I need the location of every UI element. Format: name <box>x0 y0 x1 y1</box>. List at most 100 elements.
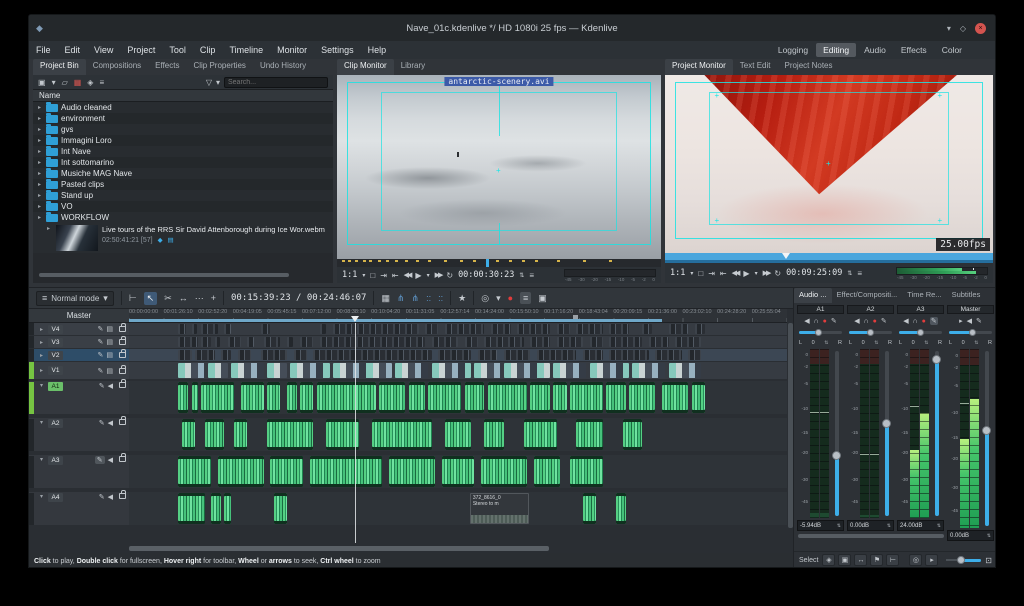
timeline-clip[interactable] <box>557 337 583 347</box>
track-head-v3[interactable]: ▸V3✎▤ <box>29 336 129 348</box>
timeline-clip[interactable] <box>264 337 280 347</box>
volume-value-spinner[interactable]: ⇅ <box>987 533 991 539</box>
volume-knob[interactable] <box>982 426 991 435</box>
chevron-down-icon[interactable]: ▾ <box>38 382 45 389</box>
timeline-clip[interactable] <box>632 363 665 378</box>
chevron-right-icon[interactable]: ▸ <box>38 367 45 374</box>
track-head-v1[interactable]: ▸V1✎▤ <box>29 362 129 379</box>
project-monitor-playhead[interactable] <box>782 253 790 259</box>
workspace-editing[interactable]: Editing <box>816 43 856 57</box>
timeline-clip[interactable] <box>484 337 523 347</box>
timeline-zone-bar[interactable] <box>129 319 662 322</box>
volume-knob[interactable] <box>932 355 941 364</box>
zoom-level[interactable]: 1:1 <box>342 270 357 280</box>
chev-icon[interactable]: ▸ <box>959 317 963 325</box>
pan-knob[interactable] <box>867 329 874 336</box>
balance-spinner[interactable]: ⇅ <box>874 340 878 346</box>
headphones-icon[interactable]: ∩ <box>913 318 918 325</box>
lock-icon[interactable] <box>119 368 126 374</box>
timeline-clip[interactable] <box>642 324 652 334</box>
timeline-clip[interactable] <box>478 350 498 360</box>
timeline-clip[interactable] <box>609 324 629 334</box>
timeline-clip[interactable] <box>182 419 195 450</box>
edit-icon[interactable]: ✎ <box>98 325 104 333</box>
track-target-indicator[interactable] <box>29 382 34 414</box>
chevron-right-icon[interactable]: ▸ <box>38 326 45 333</box>
edit-mode-select[interactable]: ≡ Normal mode ▾ <box>36 291 114 306</box>
timeline-clip[interactable] <box>192 324 197 334</box>
volume-value-spinner[interactable]: ⇅ <box>837 523 841 529</box>
timeline-clip[interactable] <box>208 363 228 378</box>
bin-folder-row[interactable]: ▸gvs <box>33 124 333 135</box>
timeline-clip[interactable] <box>224 493 231 524</box>
edit-icon[interactable]: ✎ <box>99 382 105 390</box>
tab-project-notes[interactable]: Project Notes <box>777 59 839 75</box>
timeline-timecode[interactable]: 00:15:39:23 / 00:24:46:07 <box>231 293 366 303</box>
timeline-clip[interactable] <box>313 350 431 360</box>
timeline-clip[interactable] <box>576 324 602 334</box>
track-lane-v4[interactable] <box>129 323 787 335</box>
timeline-clip[interactable] <box>267 382 280 413</box>
lock-icon[interactable] <box>119 352 126 358</box>
bin-folder-row[interactable]: ▸Int sottomarino <box>33 157 333 168</box>
timeline-clip[interactable] <box>537 350 576 360</box>
menu-settings[interactable]: Settings <box>314 45 361 55</box>
rewind-icon[interactable]: ◀◀ <box>732 269 739 277</box>
menu-timeline[interactable]: Timeline <box>222 45 270 55</box>
edit-icon[interactable]: ✎ <box>98 351 104 359</box>
timeline-clip[interactable] <box>267 419 313 450</box>
minimize-icon[interactable]: ▾ <box>947 24 951 33</box>
timeline-clip[interactable] <box>432 337 458 347</box>
timeline-clip[interactable] <box>465 382 485 413</box>
timeline-clip[interactable] <box>379 382 405 413</box>
composition-icon[interactable]: ⋔ <box>412 293 420 304</box>
timeline-clip[interactable] <box>395 363 428 378</box>
workspace-logging[interactable]: Logging <box>771 43 815 57</box>
chevron-right-icon[interactable]: ▸ <box>45 225 52 251</box>
track-lane-a3[interactable] <box>129 455 787 488</box>
tab-audio-[interactable]: Audio ... <box>794 288 832 303</box>
record-icon[interactable]: ● <box>823 318 827 325</box>
lock-icon[interactable] <box>119 326 126 332</box>
timeline-clip[interactable] <box>688 350 701 360</box>
workspace-color[interactable]: Color <box>935 43 969 57</box>
edit-icon[interactable]: ✎ <box>99 419 105 427</box>
speaker-icon[interactable]: ◀ <box>804 317 809 325</box>
track-lane-a2[interactable] <box>129 418 787 451</box>
timeline-clip[interactable] <box>474 363 500 378</box>
volume-knob[interactable] <box>882 419 891 428</box>
timeline-playhead-handle[interactable] <box>351 316 359 322</box>
pencil-icon[interactable]: ✎ <box>930 317 938 325</box>
film-icon[interactable]: ▤ <box>106 325 113 333</box>
close-icon[interactable]: × <box>975 23 986 34</box>
film-icon[interactable]: ▤ <box>106 338 113 346</box>
timeline-clip[interactable] <box>234 419 247 450</box>
timeline-clip[interactable] <box>442 456 475 487</box>
chevron-down-icon[interactable]: ▾ <box>755 270 758 277</box>
timeline-clip[interactable] <box>389 456 435 487</box>
mixer-horizontal-scrollbar[interactable] <box>798 534 944 538</box>
timeline-clip[interactable] <box>488 382 527 413</box>
tab-compositions[interactable]: Compositions <box>86 59 148 75</box>
tab-effect-compositi-[interactable]: Effect/Compositi... <box>832 288 903 303</box>
volume-slider[interactable] <box>930 349 943 518</box>
timeline-clip[interactable] <box>178 493 204 524</box>
target-button[interactable]: ◎ <box>909 554 922 566</box>
bin-folder-row[interactable]: ▸Musiche MAG Nave <box>33 168 333 179</box>
pan-knob[interactable] <box>917 329 924 336</box>
balance-spinner[interactable]: ⇅ <box>924 340 928 346</box>
speaker-icon[interactable]: ◀ <box>108 456 113 464</box>
clip-monitor-video[interactable]: + antarctic-scenery.avi <box>337 75 661 259</box>
maximize-icon[interactable]: ◇ <box>960 24 966 33</box>
timeline-clip[interactable] <box>662 382 688 413</box>
project-monitor-timecode[interactable]: 00:09:25:09 <box>786 268 842 278</box>
loop-icon[interactable]: ↻ <box>446 271 453 280</box>
timeline-clip[interactable] <box>504 350 530 360</box>
project-monitor-seekbar[interactable] <box>665 253 993 263</box>
timeline-clip[interactable] <box>692 382 705 413</box>
tab-subtitles[interactable]: Subtitles <box>947 288 986 303</box>
project-monitor-video[interactable]: + + + + + 25.00fps <box>665 75 993 253</box>
timeline-clip[interactable] <box>192 382 199 413</box>
chevron-right-icon[interactable]: ▸ <box>36 170 43 177</box>
timeline-clip[interactable] <box>201 324 217 334</box>
